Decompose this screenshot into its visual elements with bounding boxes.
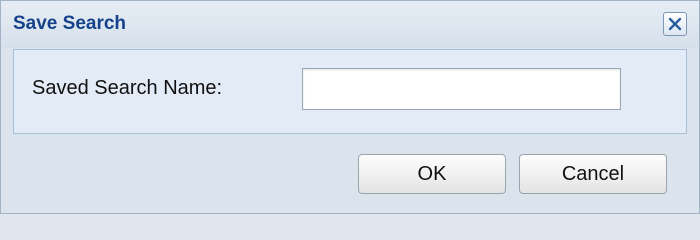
close-icon	[668, 17, 682, 31]
ok-button[interactable]: OK	[358, 154, 506, 194]
save-search-dialog: Save Search Saved Search Name: OK Cancel	[0, 0, 700, 214]
cancel-button[interactable]: Cancel	[519, 154, 667, 194]
saved-search-name-input[interactable]	[302, 68, 621, 110]
close-button[interactable]	[663, 12, 687, 36]
saved-search-name-label: Saved Search Name:	[32, 77, 223, 99]
form-panel: Saved Search Name:	[13, 49, 687, 134]
dialog-titlebar: Save Search	[1, 1, 699, 48]
dialog-title: Save Search	[13, 13, 127, 34]
